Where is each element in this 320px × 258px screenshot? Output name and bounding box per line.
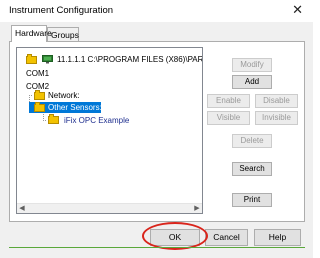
tree-item-com1[interactable]: COM1 <box>26 68 49 79</box>
delete-button[interactable]: Delete <box>232 134 272 148</box>
title-bar: Instrument Configuration ✕ <box>0 0 313 22</box>
folder-icon <box>48 114 59 124</box>
scroll-left-icon[interactable]: ◀ <box>17 204 27 214</box>
tree-horizontal-scrollbar[interactable]: ◀ ▶ <box>17 203 202 213</box>
tree-item-ifix-opc-example[interactable]: iFix OPC Example <box>64 115 129 126</box>
add-button[interactable]: Add <box>232 75 272 89</box>
ok-highlight-ring <box>142 222 208 250</box>
folder-icon <box>26 54 37 64</box>
folder-icon <box>34 90 45 100</box>
modify-button[interactable]: Modify <box>232 58 272 72</box>
accent-line <box>9 247 305 248</box>
tree-item-root[interactable]: 11.1.1.1 C:\PROGRAM FILES (X86)\PARTIC <box>57 54 202 65</box>
help-button[interactable]: Help <box>254 229 301 246</box>
tree-item-network[interactable]: Network: <box>48 90 80 101</box>
search-button[interactable]: Search <box>232 162 272 176</box>
computer-icon <box>42 55 53 64</box>
cancel-button[interactable]: Cancel <box>205 229 248 246</box>
tab-hardware[interactable]: Hardware <box>11 25 52 42</box>
print-button[interactable]: Print <box>232 193 272 207</box>
instrument-configuration-dialog: Instrument Configuration ✕ Hardware Grou… <box>0 0 313 258</box>
invisible-button[interactable]: Invisible <box>255 111 298 125</box>
close-icon[interactable]: ✕ <box>292 3 303 17</box>
disable-button[interactable]: Disable <box>255 94 298 108</box>
scroll-right-icon[interactable]: ▶ <box>192 204 202 214</box>
enable-button[interactable]: Enable <box>207 94 250 108</box>
hardware-tree[interactable]: 11.1.1.1 C:\PROGRAM FILES (X86)\PARTIC C… <box>16 47 203 214</box>
visible-button[interactable]: Visible <box>207 111 250 125</box>
folder-icon <box>34 102 45 112</box>
tree-item-other-sensors[interactable]: Other Sensors: <box>48 102 102 113</box>
window-title: Instrument Configuration <box>9 5 114 16</box>
